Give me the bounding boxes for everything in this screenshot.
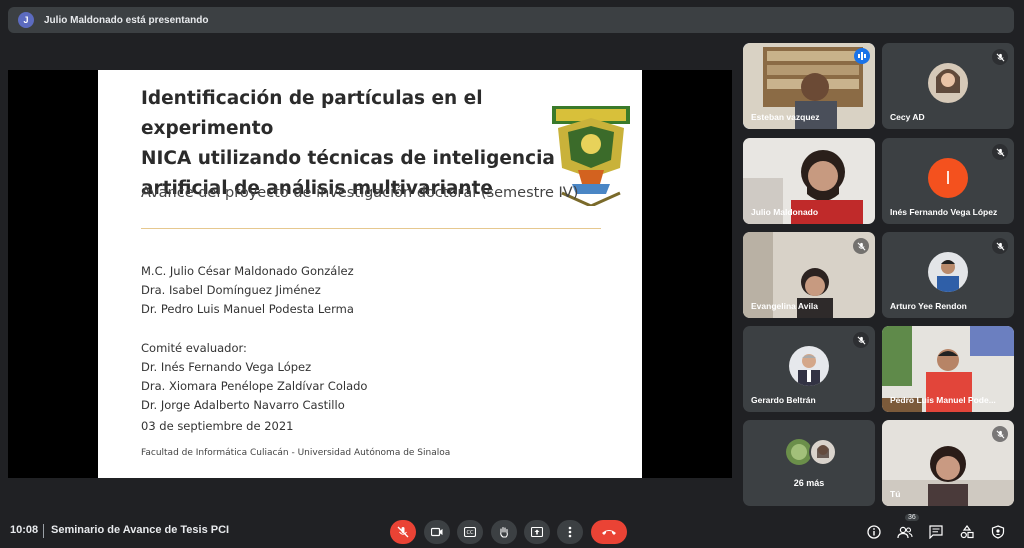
captions-icon: CC [464, 527, 476, 537]
participant-tile-ines[interactable]: I Inés Fernando Vega López [882, 138, 1014, 224]
participant-avatar [789, 346, 829, 386]
chat-icon [929, 525, 943, 539]
committee-line: Dr. Jorge Adalberto Navarro Castillo [141, 398, 345, 412]
slide-subtitle: Avance del proyecto de investigación doc… [141, 185, 579, 201]
mic-off-icon [397, 526, 409, 538]
mic-off-icon [992, 426, 1008, 442]
mic-off-icon [992, 144, 1008, 160]
host-controls-icon [991, 525, 1005, 539]
leave-call-button[interactable] [591, 520, 627, 544]
slide-footer: Facultad de Informática Culiacán - Unive… [141, 448, 451, 458]
participant-name: Evangelina Avila [751, 301, 818, 311]
people-icon [897, 526, 913, 539]
mic-toggle-button[interactable] [390, 520, 416, 544]
participant-tile-julio[interactable]: Julio Maldonado [743, 138, 875, 224]
meeting-name: Seminario de Avance de Tesis PCI [51, 524, 230, 536]
participant-tile-self[interactable]: Tú [882, 420, 1014, 506]
participant-tile-evangelina[interactable]: Evangelina Avila [743, 232, 875, 318]
activities-icon [960, 525, 974, 539]
committee-label: Comité evaluador: [141, 341, 247, 355]
presentation-slide: Identificación de partículas en el exper… [98, 70, 642, 478]
participant-tile-esteban[interactable]: Esteban vazquez [743, 43, 875, 129]
chat-button[interactable] [926, 522, 946, 542]
camera-toggle-button[interactable] [424, 520, 450, 544]
participant-avatar [928, 252, 968, 292]
mic-off-icon [853, 332, 869, 348]
author-line: Dra. Isabel Domínguez Jiménez [141, 283, 321, 297]
captions-button[interactable]: CC [457, 520, 483, 544]
presenter-avatar: J [18, 12, 34, 28]
participant-name: Inés Fernando Vega López [890, 207, 998, 217]
mic-off-icon [992, 238, 1008, 254]
participant-name: Gerardo Beltrán [751, 395, 816, 405]
participant-tile-gerardo[interactable]: Gerardo Beltrán [743, 326, 875, 412]
meeting-details-button[interactable] [864, 522, 884, 542]
author-line: Dr. Pedro Luis Manuel Podesta Lerma [141, 302, 354, 316]
participant-name: Cecy AD [890, 112, 925, 122]
camera-icon [431, 527, 443, 537]
participant-name: Tú [890, 489, 901, 499]
participant-name: Julio Maldonado [751, 207, 819, 217]
slide-date: 03 de septiembre de 2021 [141, 419, 294, 433]
clock: 10:08 [10, 524, 39, 536]
info-icon [867, 525, 881, 539]
participant-tile-arturo[interactable]: Arturo Yee Rendon [882, 232, 1014, 318]
bottom-toolbar: 10:08 Seminario de Avance de Tesis PCI C… [0, 514, 1024, 548]
more-participants-tile[interactable]: 26 más [743, 420, 875, 506]
participant-tile-cecy[interactable]: Cecy AD [882, 43, 1014, 129]
more-count: 26 más [793, 478, 825, 488]
slide-committee: Comité evaluador: Dr. Inés Fernando Vega… [141, 339, 367, 415]
participant-avatar [928, 63, 968, 103]
slide-title-line: NICA utilizando técnicas de inteligencia [141, 148, 555, 169]
present-icon [531, 527, 543, 537]
activities-button[interactable] [957, 522, 977, 542]
speaking-indicator-icon [854, 48, 870, 64]
presenting-text: Julio Maldonado está presentando [44, 14, 209, 26]
committee-line: Dr. Inés Fernando Vega López [141, 360, 312, 374]
more-icon [568, 526, 572, 538]
participant-name: Arturo Yee Rendon [890, 301, 967, 311]
raise-hand-icon [500, 526, 508, 538]
people-button[interactable] [895, 522, 915, 542]
mic-off-icon [992, 49, 1008, 65]
participant-tile-pedro[interactable]: Pedro Luis Manuel Pode... [882, 326, 1014, 412]
participant-avatar: I [928, 158, 968, 198]
svg-text:CC: CC [467, 530, 474, 536]
present-button[interactable] [524, 520, 550, 544]
slide-divider [141, 228, 601, 229]
host-controls-button[interactable] [988, 522, 1008, 542]
raise-hand-button[interactable] [491, 520, 517, 544]
author-line: M.C. Julio César Maldonado González [141, 264, 354, 278]
people-count-badge: 36 [905, 514, 919, 521]
overflow-avatars [785, 438, 837, 466]
committee-line: Dra. Xiomara Penélope Zaldívar Colado [141, 379, 368, 393]
hangup-icon [602, 530, 616, 535]
presentation-stage[interactable]: Identificación de partículas en el exper… [8, 70, 732, 478]
slide-authors: M.C. Julio César Maldonado González Dra.… [141, 262, 354, 319]
participant-name: Pedro Luis Manuel Pode... [890, 395, 996, 405]
slide-title-line: Identificación de partículas en el exper… [141, 88, 483, 139]
divider [43, 524, 44, 538]
mic-off-icon [853, 238, 869, 254]
presenting-banner: J Julio Maldonado está presentando [8, 7, 1014, 33]
more-options-button[interactable] [557, 520, 583, 544]
participant-name: Esteban vazquez [751, 112, 820, 122]
